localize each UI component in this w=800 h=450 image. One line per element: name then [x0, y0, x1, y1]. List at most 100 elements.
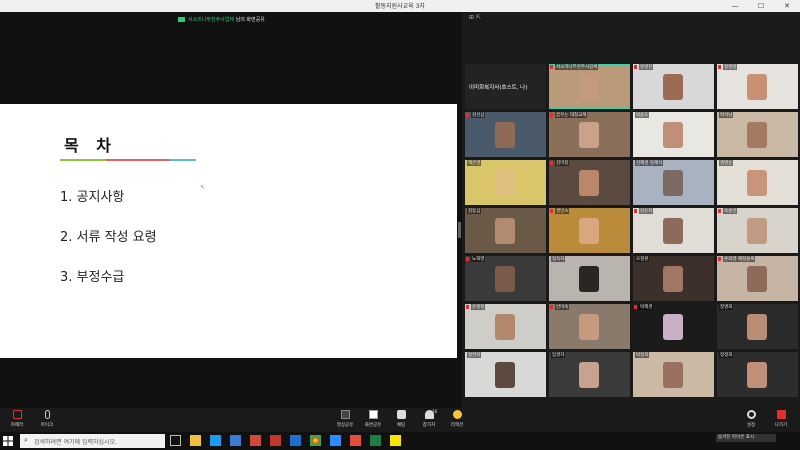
- word-icon[interactable]: [290, 435, 301, 446]
- camera-button[interactable]: 카메라: [2, 410, 32, 428]
- participant-video-blur: [495, 218, 515, 244]
- slide-title: 목 차: [64, 136, 118, 155]
- mouse-cursor-icon: ↖: [200, 184, 206, 191]
- mic-muted-icon: [634, 305, 637, 309]
- app-red-icon[interactable]: [270, 435, 281, 446]
- share-suffix: 님의 화면공유: [235, 17, 265, 23]
- participant-name: 김미정: [555, 160, 570, 166]
- windows-start-icon[interactable]: [2, 435, 14, 447]
- participant-tile[interactable]: 꿈꾸는 대청교례: [549, 112, 630, 157]
- share-stop-button[interactable]: 영상공유: [330, 410, 360, 428]
- slide-item-1: 1. 공지사항: [60, 190, 125, 205]
- excel-icon[interactable]: [370, 435, 381, 446]
- participant-name: 김유지: [639, 208, 654, 214]
- chat-button[interactable]: 채팅: [386, 410, 416, 428]
- share-banner[interactable]: 서소미나무천주사업체 님의 화면공유: [178, 16, 265, 23]
- participant-tile[interactable]: 오정원: [633, 256, 714, 301]
- participant-video-blur: [663, 314, 683, 340]
- participant-video-blur: [747, 314, 767, 340]
- participant-tile[interactable]: 권민소: [549, 208, 630, 253]
- participant-tile[interactable]: 김동심: [465, 208, 546, 253]
- mic-muted-icon: [634, 65, 637, 69]
- kakaotalk-icon[interactable]: [390, 435, 401, 446]
- participant-tile[interactable]: 김미정: [549, 160, 630, 205]
- participant-tile[interactable]: 권영순: [717, 160, 798, 205]
- participant-tile[interactable]: 온희영 재정블록: [717, 256, 798, 301]
- participant-tile[interactable]: 정연희: [465, 352, 546, 397]
- store-icon[interactable]: [230, 435, 241, 446]
- participant-video-blur: [663, 362, 683, 388]
- participant-tile[interactable]: 정명정: [717, 64, 798, 109]
- participant-tile[interactable]: 백은영: [465, 160, 546, 205]
- participant-name: 김동심: [467, 208, 482, 214]
- participant-video-blur: [747, 170, 767, 196]
- camera-label: 카메라: [10, 423, 24, 428]
- gallery-view-options-icon[interactable]: ⊞ ⇱: [469, 14, 481, 21]
- participant-name: 꿈꾸는 대청교례: [555, 112, 588, 118]
- participant-tile[interactable]: 안미숙: [549, 304, 630, 349]
- participant-video-blur: [495, 362, 515, 388]
- participant-name: 이미화복지사(호스트, 나): [469, 85, 528, 91]
- participant-tile[interactable]: 정옥자: [549, 256, 630, 301]
- participant-tile[interactable]: 박윤도: [633, 112, 714, 157]
- participant-tile[interactable]: 김유지: [633, 208, 714, 253]
- taskbar-search-placeholder: 검색하려면 여기에 입력하십시오.: [34, 439, 118, 446]
- leave-button[interactable]: 나가기: [766, 410, 796, 428]
- hidden-icons-tooltip[interactable]: 숨겨진 아이콘 표시: [716, 434, 776, 442]
- zoom-app-icon[interactable]: [330, 435, 341, 446]
- participant-video-blur: [663, 74, 683, 100]
- participant-video-blur: [663, 170, 683, 196]
- participant-tile[interactable]: 윤정정: [465, 304, 546, 349]
- search-icon: ⌕: [24, 436, 28, 444]
- participant-tile[interactable]: 김혜경 정재석: [633, 160, 714, 205]
- twitter-icon[interactable]: [210, 435, 221, 446]
- participant-tile[interactable]: 노희영: [465, 256, 546, 301]
- task-view-icon[interactable]: [170, 435, 181, 446]
- participant-tile[interactable]: 박혜경: [633, 304, 714, 349]
- file-explorer-icon[interactable]: [190, 435, 201, 446]
- participant-tile[interactable]: 임경자: [549, 352, 630, 397]
- participant-name: 김혜경 정재석: [635, 160, 664, 166]
- participant-tile[interactable]: 이미화복지사(호스트, 나): [465, 64, 546, 109]
- participant-tile[interactable]: 정정희: [717, 352, 798, 397]
- video-share-icon: [340, 410, 350, 419]
- participant-name: 정명정: [723, 64, 738, 70]
- panel-splitter-handle[interactable]: [458, 222, 461, 238]
- mic-muted-icon: [718, 257, 721, 261]
- title-underline-blue: [170, 159, 196, 161]
- settings-button[interactable]: 설정: [736, 410, 766, 428]
- mic-button[interactable]: 마이크: [32, 410, 62, 428]
- participant-tile[interactable]: 박정희: [633, 352, 714, 397]
- close-button[interactable]: ✕: [776, 0, 798, 12]
- participant-tile[interactable]: 정명진: [633, 64, 714, 109]
- participants-label: 참가자: [422, 423, 436, 428]
- participant-video-blur: [663, 266, 683, 292]
- participant-tile[interactable]: 육송민: [717, 208, 798, 253]
- participant-video-blur: [579, 122, 599, 148]
- minimize-button[interactable]: —: [724, 0, 746, 12]
- app-icon-2[interactable]: [350, 435, 361, 446]
- participant-video-blur: [579, 362, 599, 388]
- participant-name: 육송민: [723, 208, 738, 214]
- participant-tile[interactable]: 김선심: [465, 112, 546, 157]
- reactions-button[interactable]: 리액션: [442, 410, 472, 428]
- participant-video-blur: [579, 314, 599, 340]
- chrome-icon[interactable]: [310, 435, 321, 446]
- participants-button[interactable]: 참가자: [414, 410, 444, 428]
- participant-video-blur: [579, 218, 599, 244]
- participant-video-blur: [747, 266, 767, 292]
- participant-name: 윤정정: [471, 304, 486, 310]
- maximize-button[interactable]: ☐: [750, 0, 772, 12]
- participant-tile[interactable]: 정명희: [717, 304, 798, 349]
- participant-tile[interactable]: 서소미나무천주사업체: [549, 64, 630, 109]
- taskbar-search-box[interactable]: ⌕ 검색하려면 여기에 입력하십시오.: [20, 434, 165, 448]
- participant-name: 안미숙: [555, 304, 570, 310]
- slide-item-2: 2. 서류 작성 요령: [60, 230, 157, 245]
- emoji-icon: [452, 410, 462, 419]
- screen-share-button[interactable]: 화면공유: [358, 410, 388, 428]
- participant-tile[interactable]: 박석남: [717, 112, 798, 157]
- mic-muted-icon: [550, 65, 553, 69]
- title-underline-green: [60, 159, 106, 161]
- powerpoint-icon[interactable]: [250, 435, 261, 446]
- participant-name: 서소미나무천주사업체: [555, 64, 599, 70]
